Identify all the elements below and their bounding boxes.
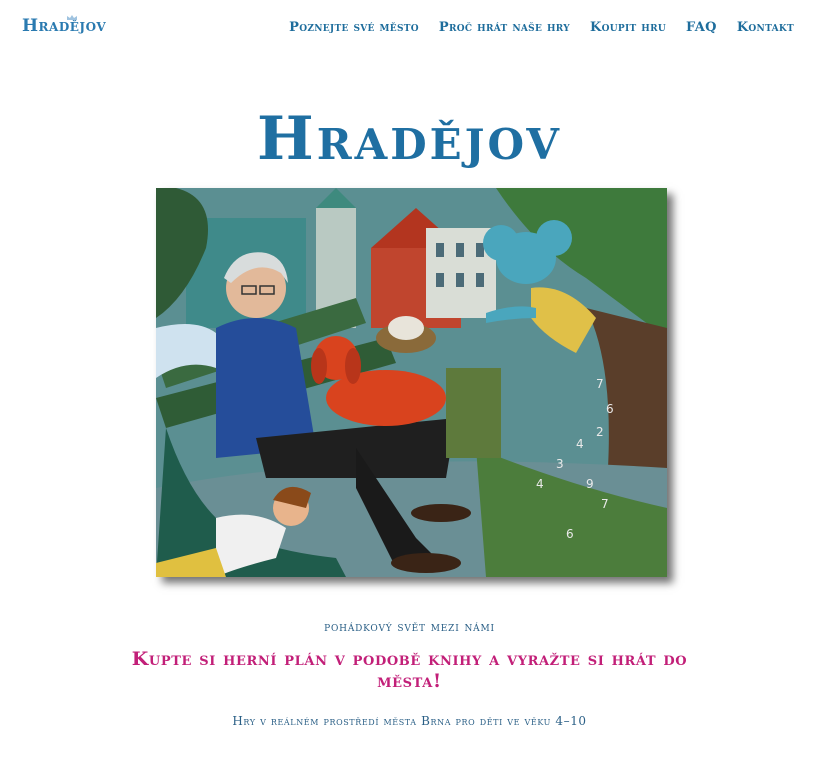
svg-text:6: 6 (606, 402, 614, 416)
nav-item-proc-hrat[interactable]: Proč hrát naše hry (439, 20, 570, 35)
nav-item-koupit[interactable]: Koupit hru (590, 20, 666, 35)
page: Hradějov Poznejte své město Proč hrát na… (0, 0, 819, 766)
svg-text:7: 7 (601, 497, 609, 511)
site-header: Hradějov Poznejte své město Proč hrát na… (0, 0, 819, 60)
nav-item-kontakt[interactable]: Kontakt (737, 20, 794, 35)
hero-illustration: 7 6 4 2 3 4 9 7 6 (156, 188, 667, 577)
hero-title: Hradějov (257, 104, 562, 174)
hero-cta-text: Kupte si herní plán v podobě knihy a vyr… (131, 648, 688, 692)
nav-item-faq[interactable]: FAQ (686, 20, 717, 35)
svg-text:4: 4 (536, 477, 544, 491)
site-logo[interactable]: Hradějov (22, 16, 106, 36)
crown-icon (67, 15, 77, 20)
main-nav: Poznejte své město Proč hrát naše hry Ko… (289, 20, 794, 35)
svg-text:9: 9 (586, 477, 594, 491)
nav-item-poznejte[interactable]: Poznejte své město (289, 20, 419, 35)
svg-text:3: 3 (556, 457, 564, 471)
svg-text:4: 4 (576, 437, 584, 451)
svg-text:7: 7 (596, 377, 604, 391)
hero-tagline: pohádkový svět mezi námi (324, 620, 495, 635)
hero-subline: Hry v reálném prostředí města Brna pro d… (232, 714, 587, 728)
svg-text:2: 2 (596, 425, 604, 439)
svg-text:6: 6 (566, 527, 574, 541)
